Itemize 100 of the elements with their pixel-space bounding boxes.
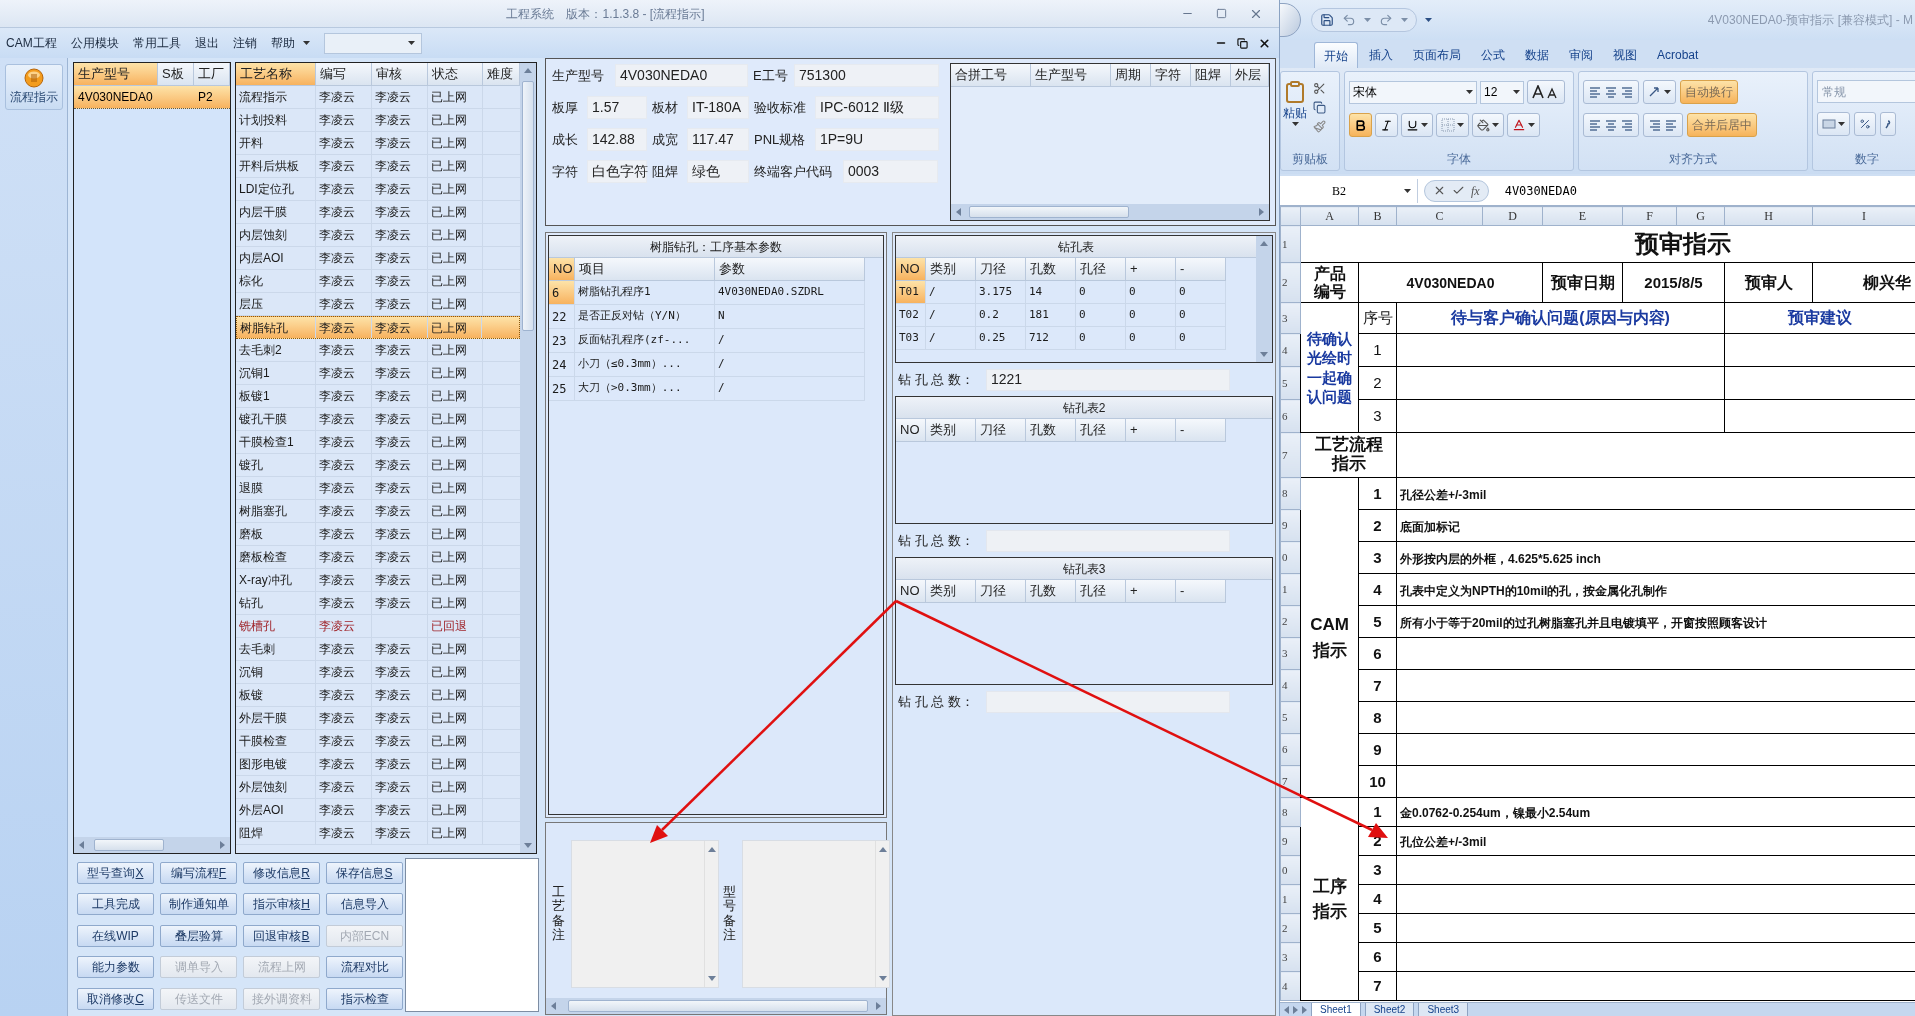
table-row[interactable]: 板镀 李凌云 李凌云 已上网 bbox=[236, 684, 520, 707]
text-field[interactable]: 1221 bbox=[986, 368, 1230, 391]
align-left-button[interactable] bbox=[1583, 113, 1639, 137]
scroll-up-icon[interactable] bbox=[878, 846, 887, 852]
column-header[interactable]: D bbox=[1508, 209, 1517, 223]
menu-item[interactable]: 帮助 bbox=[270, 34, 310, 52]
scroll-right-icon[interactable] bbox=[220, 841, 225, 849]
table-row[interactable]: 4V030NEDA0 P2 bbox=[74, 86, 230, 109]
column-header[interactable]: 外层 bbox=[1231, 64, 1269, 87]
table-row[interactable]: 内层蚀刻 李凌云 李凌云 已上网 bbox=[236, 224, 520, 247]
row-header[interactable]: 9 bbox=[1282, 519, 1288, 532]
menu-item[interactable]: 公用模块 bbox=[70, 34, 119, 52]
table-row[interactable]: 棕化 李凌云 李凌云 已上网 bbox=[236, 270, 520, 293]
orientation-button[interactable] bbox=[1643, 80, 1676, 104]
column-header[interactable]: 项目 bbox=[575, 258, 715, 281]
text-field[interactable]: 751300 bbox=[794, 64, 939, 87]
text-field[interactable]: 1.57 bbox=[587, 96, 647, 119]
row-header[interactable]: 1 bbox=[1282, 892, 1288, 905]
row-header[interactable]: 7 bbox=[1282, 448, 1288, 461]
outdent-icon[interactable] bbox=[1664, 119, 1678, 131]
table-row[interactable]: 内层AOI 李凌云 李凌云 已上网 bbox=[236, 247, 520, 270]
column-header[interactable]: 孔数 bbox=[1026, 419, 1076, 442]
ribbon-tab[interactable]: 插入 bbox=[1360, 42, 1402, 68]
action-button[interactable]: 制作通知单 bbox=[160, 893, 237, 916]
column-header[interactable]: C bbox=[1435, 209, 1444, 223]
row-header[interactable]: 3 bbox=[1282, 311, 1288, 324]
scrollbar-thumb[interactable] bbox=[522, 81, 534, 331]
paintbrush-icon[interactable] bbox=[1313, 120, 1326, 133]
column-header[interactable]: 阻焊 bbox=[1191, 64, 1231, 87]
action-button[interactable]: 在线WIP bbox=[77, 924, 154, 947]
scrollbar[interactable] bbox=[520, 63, 536, 853]
merge-center-button[interactable]: 合并后居中 bbox=[1687, 113, 1757, 137]
column-header[interactable]: 孔数 bbox=[1026, 258, 1076, 281]
table-row[interactable]: 镀孔干膜 李凌云 李凌云 已上网 bbox=[236, 408, 520, 431]
row-header[interactable]: 4 bbox=[1282, 679, 1288, 692]
action-button[interactable]: 流程对比 bbox=[326, 956, 403, 979]
action-button[interactable]: 型号查询X bbox=[77, 862, 154, 884]
action-button[interactable]: 信息导入 bbox=[326, 893, 403, 916]
ribbon-tab[interactable]: 公式 bbox=[1472, 42, 1514, 68]
row-header[interactable]: 2 bbox=[1282, 276, 1288, 289]
column-header[interactable]: 周期 bbox=[1111, 64, 1151, 87]
column-header[interactable]: 编写 bbox=[316, 63, 372, 86]
table-row[interactable]: 退膜 李凌云 李凌云 已上网 bbox=[236, 477, 520, 500]
check-icon[interactable] bbox=[1452, 184, 1465, 197]
column-header[interactable]: E bbox=[1578, 209, 1587, 223]
table-row[interactable]: 计划投料 李凌云 李凌云 已上网 bbox=[236, 109, 520, 132]
column-header[interactable]: 孔数 bbox=[1026, 580, 1076, 603]
action-button[interactable]: 指示审核H bbox=[243, 893, 320, 916]
column-header[interactable]: 类别 bbox=[926, 580, 976, 603]
table-row[interactable]: 去毛刺2 李凌云 李凌云 已上网 bbox=[236, 339, 520, 362]
font-size-field[interactable]: 12 bbox=[1480, 80, 1524, 104]
accounting-button[interactable] bbox=[1817, 112, 1850, 136]
table-row[interactable]: 干膜检查1 李凌云 李凌云 已上网 bbox=[236, 431, 520, 454]
table-row[interactable]: 外层干膜 李凌云 李凌云 已上网 bbox=[236, 707, 520, 730]
text-field[interactable]: 绿色 bbox=[687, 160, 749, 183]
table-row[interactable]: 6 树脂钻孔程序1 4V030NEDA0.SZDRL bbox=[549, 281, 883, 305]
scroll-left-icon[interactable] bbox=[551, 1002, 556, 1010]
table-row[interactable]: 板镀1 李凌云 李凌云 已上网 bbox=[236, 385, 520, 408]
scissors-icon[interactable] bbox=[1313, 82, 1326, 95]
text-field[interactable]: 0003 bbox=[843, 160, 938, 183]
insert-function-button[interactable]: fx bbox=[1471, 181, 1480, 200]
align-center-icon[interactable] bbox=[1604, 119, 1618, 131]
scroll-up-icon[interactable] bbox=[524, 68, 532, 73]
column-header[interactable]: 工艺名称 bbox=[236, 63, 316, 86]
ribbon-tab[interactable]: Acrobat bbox=[1648, 42, 1708, 68]
text-field[interactable]: IT-180A bbox=[687, 96, 749, 119]
scrollbar-thumb[interactable] bbox=[94, 839, 164, 851]
fill-color-button[interactable] bbox=[1472, 113, 1504, 137]
column-header[interactable]: - bbox=[1176, 419, 1226, 442]
copy-icon[interactable] bbox=[1313, 101, 1326, 114]
sheet-tab[interactable]: Sheet3 bbox=[1418, 1003, 1469, 1016]
align-bottom-icon[interactable] bbox=[1620, 86, 1634, 98]
column-header[interactable]: 孔径 bbox=[1076, 258, 1126, 281]
table-row[interactable]: 外层蚀刻 李凌云 李凌云 已上网 bbox=[236, 776, 520, 799]
align-left-icon[interactable] bbox=[1588, 119, 1602, 131]
table-row[interactable]: 25 大刀（>0.3mm）... / bbox=[549, 377, 883, 401]
column-header[interactable]: A bbox=[1325, 209, 1334, 223]
row-header[interactable]: 4 bbox=[1282, 343, 1288, 356]
column-header[interactable]: 孔径 bbox=[1076, 419, 1126, 442]
ribbon-tab[interactable]: 审阅 bbox=[1560, 42, 1602, 68]
ribbon-tab[interactable]: 数据 bbox=[1516, 42, 1558, 68]
formula-field[interactable]: 4V030NEDA0 bbox=[1494, 181, 1577, 200]
scroll-left-icon[interactable] bbox=[79, 841, 84, 849]
table-row[interactable]: 树脂塞孔 李凌云 李凌云 已上网 bbox=[236, 500, 520, 523]
close-icon[interactable] bbox=[1258, 36, 1271, 50]
column-header[interactable]: NO bbox=[896, 580, 926, 603]
row-header[interactable]: 2 bbox=[1282, 615, 1288, 628]
paste-button[interactable]: 粘贴 bbox=[1281, 80, 1309, 133]
ribbon-tab[interactable]: 开始 bbox=[1314, 42, 1358, 68]
cancel-icon[interactable] bbox=[1433, 184, 1446, 197]
menu-item[interactable]: CAM工程 bbox=[6, 34, 57, 52]
row-header[interactable]: 5 bbox=[1282, 711, 1288, 724]
column-header[interactable]: I bbox=[1862, 209, 1866, 223]
row-header[interactable]: 1 bbox=[1282, 237, 1288, 250]
menu-item[interactable]: 注销 bbox=[232, 34, 257, 52]
save-icon[interactable] bbox=[1320, 13, 1334, 27]
table-row[interactable]: 沉铜 李凌云 李凌云 已上网 bbox=[236, 661, 520, 684]
action-button[interactable]: 能力参数 bbox=[77, 956, 154, 979]
sheet-tab[interactable]: Sheet2 bbox=[1364, 1003, 1415, 1016]
table-row[interactable]: 铣槽孔 李凌云 已回退 bbox=[236, 615, 520, 638]
